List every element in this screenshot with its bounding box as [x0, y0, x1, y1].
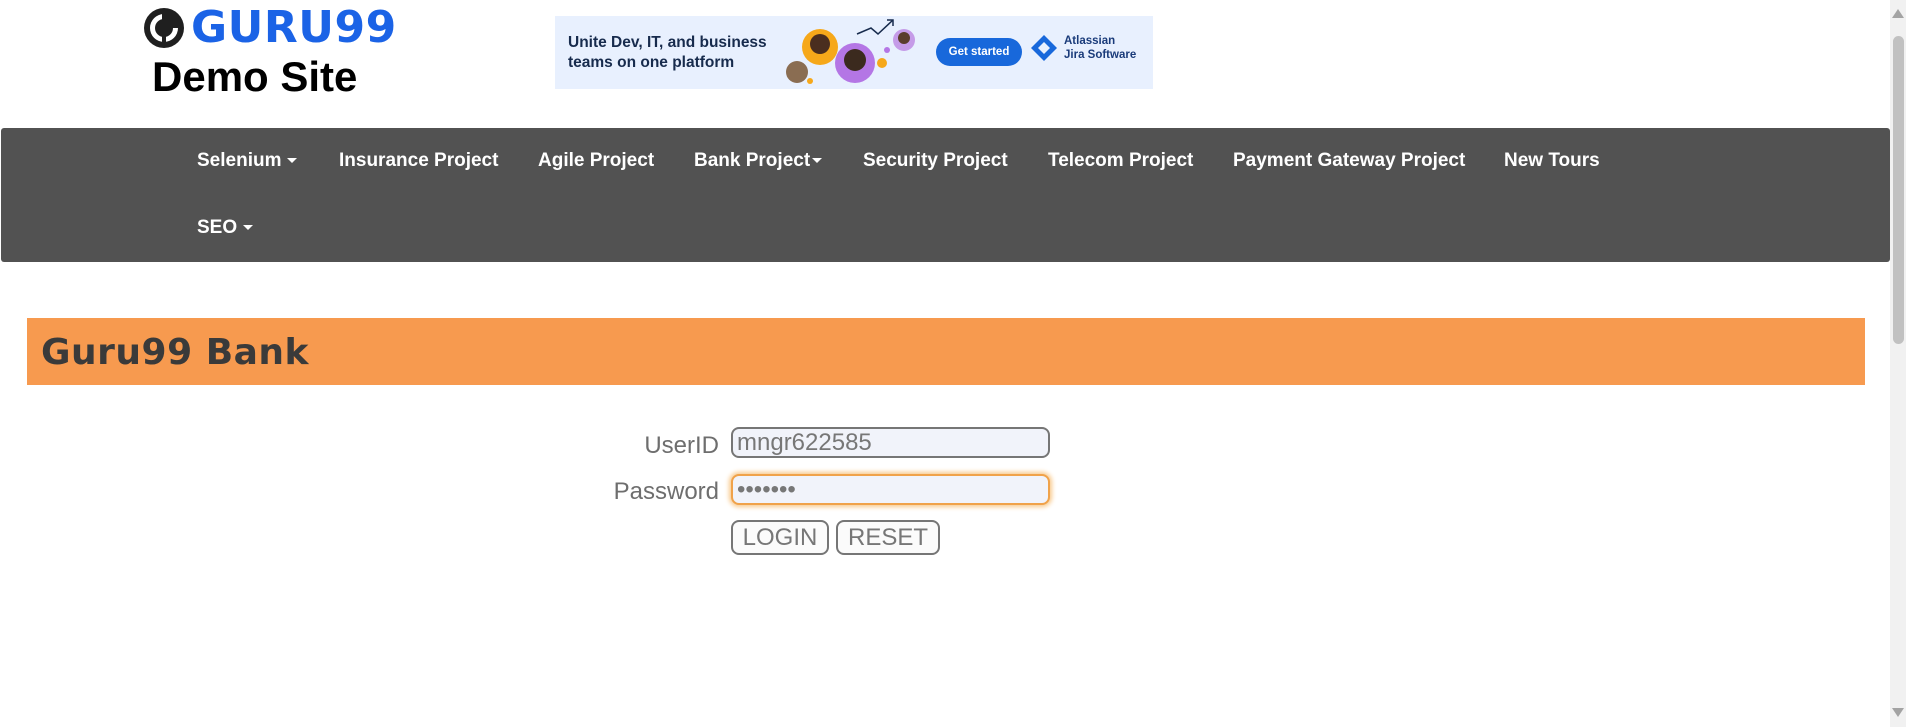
ad-headline-line1: Unite Dev, IT, and business — [568, 34, 767, 51]
chevron-down-icon — [243, 225, 254, 231]
nav-item-new-tours[interactable]: New Tours — [1504, 150, 1600, 172]
ad-brand-line2: Jira Software — [1064, 49, 1137, 61]
logo-text: GURU99 — [191, 2, 397, 53]
password-input[interactable] — [731, 474, 1050, 505]
nav-item-telecom-project[interactable]: Telecom Project — [1048, 150, 1193, 172]
nav-item-label: Bank Project — [694, 150, 811, 171]
guru99-logo-icon — [144, 8, 184, 48]
page-title: Guru99 Bank — [41, 332, 309, 373]
nav-item-selenium[interactable]: Selenium — [197, 150, 298, 172]
page-title-bar: Guru99 Bank — [27, 318, 1865, 385]
nav-item-label: SEO — [197, 217, 238, 238]
scrollbar-thumb[interactable] — [1893, 36, 1904, 344]
nav-item-agile-project[interactable]: Agile Project — [538, 150, 654, 172]
guru99-logo[interactable]: GURU99 — [143, 6, 397, 50]
nav-item-insurance-project[interactable]: Insurance Project — [339, 150, 498, 172]
nav-item-label: Insurance Project — [339, 150, 499, 171]
page-scrollbar[interactable] — [1890, 0, 1906, 727]
nav-item-label: Payment Gateway Project — [1233, 150, 1466, 171]
nav-item-label: Agile Project — [538, 150, 655, 171]
nav-item-label: Security Project — [863, 150, 1008, 171]
login-button[interactable]: LOGIN — [731, 520, 829, 555]
chevron-down-icon — [812, 158, 823, 164]
scroll-down-icon[interactable] — [1892, 708, 1904, 717]
chevron-down-icon — [287, 158, 298, 164]
password-label: Password — [613, 478, 719, 505]
jira-icon — [1031, 35, 1057, 61]
nav-item-security-project[interactable]: Security Project — [863, 150, 1008, 172]
nav-item-payment-gateway-project[interactable]: Payment Gateway Project — [1233, 150, 1465, 172]
nav-item-label: Selenium — [197, 150, 282, 171]
nav-item-bank-project[interactable]: Bank Project — [694, 150, 823, 172]
nav-item-label: Telecom Project — [1048, 150, 1194, 171]
nav-item-seo[interactable]: SEO — [197, 217, 254, 239]
scroll-up-icon[interactable] — [1892, 9, 1904, 18]
ad-get-started-button[interactable]: Get started — [936, 38, 1022, 66]
ad-headline: Unite Dev, IT, and business teams on one… — [568, 33, 767, 73]
ad-brand-line1: Atlassian — [1064, 35, 1116, 47]
nav-item-label: New Tours — [1504, 150, 1600, 171]
main-navbar: Selenium Insurance Project Agile Project… — [1, 128, 1890, 262]
ad-people-illustration — [786, 19, 915, 84]
userid-input[interactable] — [731, 427, 1050, 458]
ad-banner[interactable]: Unite Dev, IT, and business teams on one… — [555, 16, 1153, 89]
ad-brand: Atlassian Jira Software — [1030, 34, 1136, 62]
userid-label: UserID — [644, 432, 719, 459]
ad-headline-line2: teams on one platform — [568, 54, 735, 71]
reset-button[interactable]: RESET — [836, 520, 940, 555]
site-title: Demo Site — [152, 53, 358, 100]
